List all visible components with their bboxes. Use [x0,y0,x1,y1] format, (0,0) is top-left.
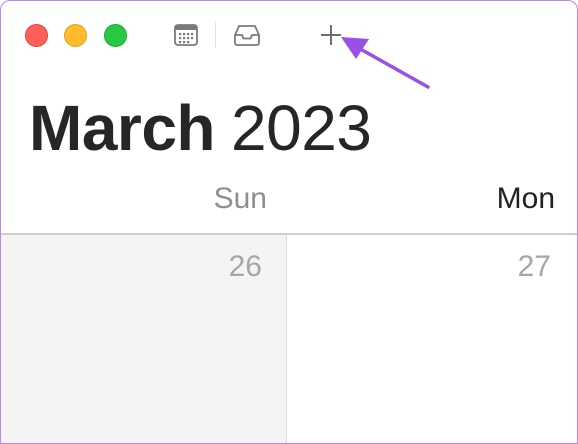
minimize-window-button[interactable] [64,24,87,47]
month-label: March [29,92,216,164]
plus-icon [321,25,341,45]
toolbar-divider [215,21,216,48]
calendar-window: March 2023 Sun Mon 26 27 [0,0,578,444]
day-number: 26 [228,250,262,283]
zoom-window-button[interactable] [104,24,127,47]
year-label: 2023 [231,92,372,164]
add-event-button[interactable] [316,21,346,49]
day-cell-monday[interactable]: 27 [287,235,577,443]
day-number: 27 [517,250,551,283]
day-cell-sunday[interactable]: 26 [1,235,286,443]
calendar-list-icon [174,24,198,46]
inbox-icon [234,25,260,46]
toolbar [1,1,577,71]
inbox-button[interactable] [232,21,262,49]
calendars-list-button[interactable] [171,21,201,49]
close-window-button[interactable] [25,24,48,47]
month-year-title: March 2023 [29,91,372,165]
day-name-monday: Mon [496,182,555,215]
day-name-sunday: Sun [213,182,267,215]
